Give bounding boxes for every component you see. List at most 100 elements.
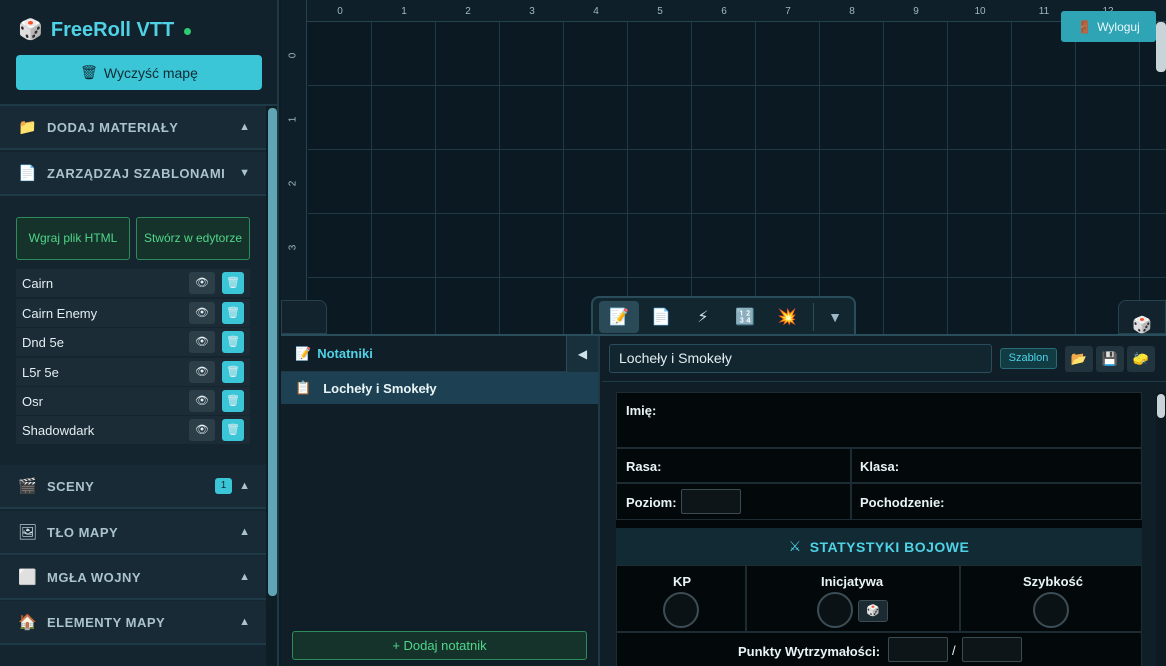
eraser-button[interactable]: 🧽 — [1127, 346, 1155, 372]
trash-icon[interactable]: 🗑 — [222, 419, 244, 441]
hit-points-max-input[interactable] — [962, 637, 1022, 662]
app-root: 🎲 FreeRoll VTT 🗑 Wyczyść mapę 📁 DODAJ MA… — [0, 0, 1166, 666]
chevron-left-icon: ◀ — [577, 347, 588, 361]
section-fog-of-war[interactable]: ⬜ MGŁA WOJNY ▲ — [0, 556, 266, 600]
hit-points-current-input[interactable] — [888, 637, 948, 662]
create-in-editor-button[interactable]: Stwórz w edytorze — [136, 217, 250, 260]
hit-points-separator: / — [952, 643, 956, 658]
save-button[interactable]: 💾 — [1096, 346, 1124, 372]
memo-icon: 📝 — [609, 309, 629, 326]
speed-input[interactable] — [1033, 592, 1069, 628]
level-cell: Poziom: — [616, 483, 851, 520]
name-cell[interactable]: Imię: — [616, 392, 1142, 448]
section-map-elements[interactable]: 🏠 ELEMENTY MAPY ▲ — [0, 601, 266, 645]
eye-icon[interactable]: 👁 — [189, 361, 215, 383]
template-name: L5r 5e — [22, 364, 59, 380]
notebook-item[interactable]: 📋 Locheły i Smokeły — [281, 372, 598, 404]
brand-row: 🎲 FreeRoll VTT — [18, 18, 192, 42]
ruler-y-label: 2 — [287, 180, 299, 187]
notes-tab-button[interactable]: 📝 — [599, 301, 639, 333]
lightning-tab-button[interactable]: ⚡ — [683, 301, 723, 333]
open-folder-button[interactable]: 📂 — [1065, 346, 1093, 372]
trash-icon[interactable]: 🗑 — [222, 361, 244, 383]
dice-panel-toggle[interactable]: 🎲 — [1118, 300, 1166, 334]
notebook-name: Locheły i Smokeły — [323, 380, 437, 396]
numbers-tab-button[interactable]: 🔢 — [725, 301, 765, 333]
class-cell[interactable]: Klasa: — [851, 448, 1142, 483]
dice-icon: 🎲 — [18, 19, 43, 41]
left-panel-toggle[interactable] — [281, 300, 327, 334]
ruler-x-label: 1 — [401, 6, 407, 17]
template-name: Cairn — [22, 275, 54, 291]
eye-icon[interactable]: 👁 — [189, 272, 215, 294]
section-scenes[interactable]: 🎬 SCENY 1 ▲ — [0, 465, 266, 509]
effects-tab-button[interactable]: 💥 — [767, 301, 807, 333]
folder-icon: 📁 — [18, 119, 37, 136]
app-title: FreeRoll VTT — [50, 18, 175, 41]
trash-icon[interactable]: 🗑 — [222, 272, 244, 294]
online-status-dot — [184, 27, 192, 35]
template-row: Cairn 👁 🗑 — [16, 269, 250, 297]
note-title-input[interactable]: Locheły i Smokeły — [609, 344, 992, 373]
roll-initiative-button[interactable]: 🎲 — [858, 600, 888, 622]
add-notebook-button[interactable]: + Dodaj notatnik — [292, 631, 587, 660]
eraser-icon: 🧽 — [1132, 351, 1150, 366]
editor-scroll-thumb[interactable] — [1157, 394, 1165, 418]
section-title: SCENY — [47, 478, 95, 494]
upload-html-button[interactable]: Wgraj plik HTML — [16, 217, 130, 260]
ruler-left: 0 1 2 3 — [281, 0, 307, 334]
eye-icon[interactable]: 👁 — [189, 302, 215, 324]
origin-cell[interactable]: Pochodzenie: — [851, 483, 1142, 520]
trash-icon[interactable]: 🗑 — [222, 390, 244, 412]
map-canvas[interactable]: 0 1 2 3 4 5 6 7 8 9 10 11 12 0 1 2 3 🚪 W… — [281, 0, 1166, 334]
eye-icon[interactable]: 👁 — [189, 419, 215, 441]
section-title: DODAJ MATERIAŁY — [47, 119, 179, 135]
document-tab-button[interactable]: 📄 — [641, 301, 681, 333]
clipboard-icon: 📋 — [295, 380, 312, 395]
trash-icon[interactable]: 🗑 — [222, 302, 244, 324]
ruler-x-label: 8 — [849, 6, 855, 17]
collapse-panel-button[interactable]: ▼ — [820, 309, 850, 325]
section-add-materials[interactable]: 📁 DODAJ MATERIAŁY ▲ — [0, 106, 266, 150]
ruler-x-label: 9 — [913, 6, 919, 17]
section-title: ELEMENTY MAPY — [47, 614, 166, 630]
initiative-input[interactable] — [817, 592, 853, 628]
template-tag-button[interactable]: Szablon — [1000, 348, 1057, 369]
editor-scrollbar[interactable] — [1156, 392, 1166, 666]
door-icon: 🚪 — [1077, 19, 1093, 34]
section-templates[interactable]: 📄 ZARZĄDZAJ SZABLONAMI ▼ — [0, 152, 266, 196]
initiative-label: Inicjatywa — [821, 574, 884, 589]
chevron-down-icon: ▼ — [828, 309, 842, 325]
chevron-up-icon: ▲ — [239, 616, 250, 628]
armor-class-input[interactable] — [663, 592, 699, 628]
dice-icon: 🎲 — [1132, 317, 1152, 334]
ruler-x-label: 0 — [337, 6, 343, 17]
section-map-background[interactable]: 🖼 TŁO MAPY ▲ — [0, 511, 266, 555]
sidebar-scroll-thumb[interactable] — [268, 108, 277, 596]
folder-icon: 📂 — [1070, 351, 1088, 366]
class-label: Klasa: — [860, 459, 900, 474]
notebooks-title: Notatniki — [317, 346, 373, 361]
map-scrollbar[interactable] — [1156, 22, 1166, 72]
section-title: ZARZĄDZAJ SZABLONAMI — [47, 165, 226, 181]
ruler-top: 0 1 2 3 4 5 6 7 8 9 10 11 12 — [281, 0, 1166, 22]
speed-label: Szybkość — [1023, 574, 1083, 589]
clear-map-button[interactable]: 🗑 Wyczyść mapę — [16, 55, 262, 90]
race-cell[interactable]: Rasa: — [616, 448, 851, 483]
level-input[interactable] — [681, 489, 741, 514]
logout-button[interactable]: 🚪 Wyloguj — [1061, 11, 1156, 42]
collapse-list-button[interactable]: ◀ — [566, 336, 598, 372]
ruler-x-label: 3 — [529, 6, 535, 17]
ruler-x-label: 11 — [1038, 6, 1050, 17]
explosion-icon: 💥 — [777, 309, 797, 326]
ruler-y-label: 1 — [287, 116, 299, 123]
trash-icon[interactable]: 🗑 — [222, 331, 244, 353]
eye-icon[interactable]: 👁 — [189, 390, 215, 412]
notebooks-list: 📝 Notatniki ◀ 📋 Locheły i Smokeły + Doda… — [281, 336, 600, 666]
map-grid[interactable] — [308, 22, 1166, 334]
house-icon: 🏠 — [18, 614, 37, 631]
ruler-x-label: 4 — [593, 6, 599, 17]
eye-icon[interactable]: 👁 — [189, 331, 215, 353]
crossed-swords-icon: ⚔ — [788, 538, 802, 554]
sidebar-scrollbar[interactable] — [266, 106, 277, 666]
